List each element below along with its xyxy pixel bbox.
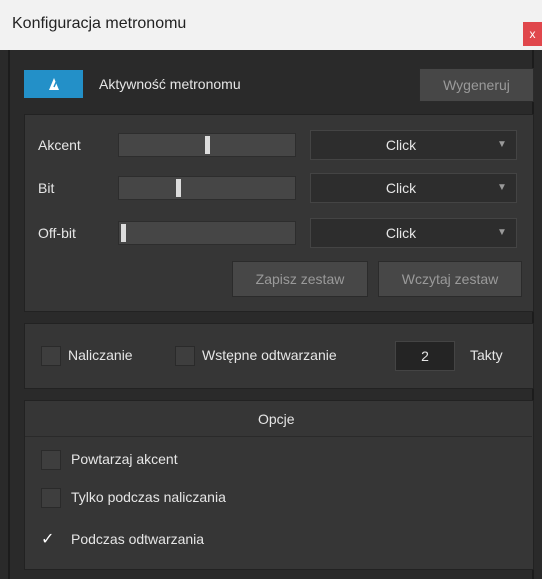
beat-sound-select[interactable]: Click ▼ bbox=[310, 173, 517, 203]
sound-row-label-offbeat: Off-bit bbox=[38, 225, 76, 241]
accent-volume-slider[interactable] bbox=[118, 133, 296, 157]
select-value: Click bbox=[385, 180, 417, 196]
frame-border-left bbox=[8, 50, 10, 579]
accent-sound-select[interactable]: Click ▼ bbox=[310, 130, 517, 160]
sound-row-label-accent: Akcent bbox=[38, 137, 81, 153]
slider-handle[interactable] bbox=[121, 224, 126, 242]
preroll-label: Wstępne odtwarzanie bbox=[202, 347, 337, 363]
preroll-checkbox[interactable] bbox=[175, 346, 195, 366]
offbeat-volume-slider[interactable] bbox=[118, 221, 296, 245]
option-label: Powtarzaj akcent bbox=[71, 451, 178, 467]
select-value: Click bbox=[385, 137, 417, 153]
metronome-activity-label: Aktywność metronomu bbox=[99, 76, 241, 92]
count-in-label: Naliczanie bbox=[68, 347, 133, 363]
count-in-only-checkbox[interactable] bbox=[41, 488, 61, 508]
metronome-activity-toggle[interactable] bbox=[24, 70, 83, 98]
select-value: Click bbox=[385, 225, 417, 241]
count-in-checkbox[interactable] bbox=[41, 346, 61, 366]
beat-volume-slider[interactable] bbox=[118, 176, 296, 200]
chevron-down-icon: ▼ bbox=[497, 227, 507, 238]
chevron-down-icon: ▼ bbox=[497, 182, 507, 193]
bars-count-input[interactable]: 2 bbox=[395, 341, 455, 371]
title-bar: Konfiguracja metronomu x bbox=[0, 0, 542, 51]
sound-row-label-beat: Bit bbox=[38, 180, 55, 196]
save-preset-button[interactable]: Zapisz zestaw bbox=[232, 261, 368, 297]
options-header: Opcje bbox=[258, 411, 295, 427]
option-label: Podczas odtwarzania bbox=[71, 531, 205, 547]
bars-label: Takty bbox=[470, 347, 503, 363]
metronome-icon bbox=[48, 78, 59, 90]
repeat-accent-checkbox[interactable] bbox=[41, 450, 61, 470]
checkmark-icon[interactable]: ✓ bbox=[41, 529, 54, 549]
regenerate-button[interactable]: Wygeneruj bbox=[419, 68, 534, 102]
chevron-down-icon: ▼ bbox=[497, 139, 507, 150]
slider-handle[interactable] bbox=[176, 179, 182, 197]
load-preset-button[interactable]: Wczytaj zestaw bbox=[378, 261, 522, 297]
close-button[interactable]: x bbox=[523, 22, 542, 46]
options-divider bbox=[25, 436, 532, 437]
offbeat-sound-select[interactable]: Click ▼ bbox=[310, 218, 517, 248]
window-title: Konfiguracja metronomu bbox=[12, 15, 187, 32]
slider-handle[interactable] bbox=[204, 136, 210, 154]
option-label: Tylko podczas naliczania bbox=[71, 489, 226, 505]
metronome-config-window: Konfiguracja metronomu x Aktywność metro… bbox=[0, 0, 542, 579]
